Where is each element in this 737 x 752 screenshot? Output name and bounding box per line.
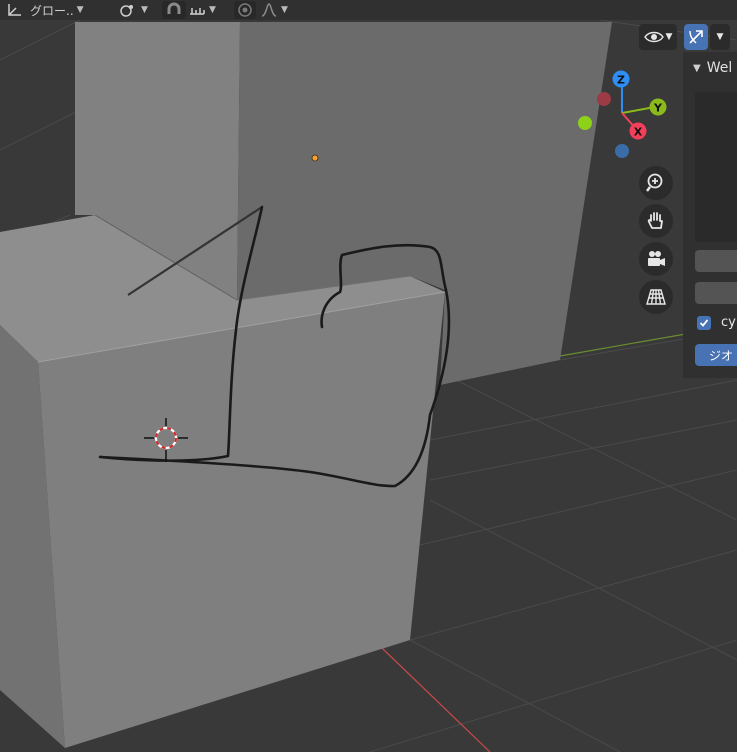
gizmo-icon — [689, 30, 703, 44]
gizmo-z-label: Z — [617, 74, 625, 87]
panel-list-box[interactable] — [695, 92, 737, 242]
disclosure-triangle-icon: ▼ — [693, 62, 701, 74]
snap-target-dropdown[interactable]: ▼ — [188, 1, 226, 19]
panel-action-button[interactable]: ジオ — [695, 344, 737, 366]
chevron-down-icon: ▼ — [76, 5, 84, 15]
gizmo-x-label: X — [634, 126, 643, 139]
viewport-header: グロー.. ▼ ▼ ▼ ▼ — [0, 0, 737, 20]
hand-pan-icon — [647, 212, 663, 229]
gizmo-toggle[interactable] — [684, 24, 708, 50]
camera-view-button[interactable] — [639, 242, 673, 276]
object-origin — [311, 154, 319, 162]
gizmo-dropdown[interactable]: ▼ — [710, 24, 730, 50]
pan-button[interactable] — [639, 204, 673, 238]
viewport-3d[interactable]: Z Y X — [0, 0, 737, 752]
snap-toggle[interactable] — [162, 1, 186, 19]
gizmo-neg-x[interactable] — [597, 92, 611, 106]
gizmo-neg-y[interactable] — [578, 116, 592, 130]
panel-field-1[interactable] — [695, 250, 737, 272]
panel-checkbox-label: cy — [721, 315, 736, 330]
panel-field-2[interactable] — [695, 282, 737, 304]
falloff-curve-icon — [261, 3, 277, 17]
snap-increment-icon — [190, 8, 205, 15]
transform-orientation-label: グロー.. — [30, 3, 74, 18]
perspective-toggle-button[interactable] — [639, 280, 673, 314]
transform-orientation-dropdown[interactable]: グロー.. ▼ — [6, 1, 108, 19]
visibility-dropdown[interactable]: ▼ — [639, 24, 677, 50]
zoom-icon — [646, 173, 663, 192]
chevron-down-icon: ▼ — [281, 5, 288, 15]
falloff-dropdown[interactable]: ▼ — [260, 1, 296, 19]
panel-header[interactable]: ▼ Wel — [683, 54, 732, 82]
panel-checkbox[interactable]: cy — [697, 315, 736, 330]
sidebar-panel: ▼ Wel cy ジオ — [683, 52, 737, 378]
chevron-down-icon: ▼ — [665, 32, 673, 42]
proportional-edit-toggle[interactable] — [234, 1, 256, 19]
panel-header-label: Wel — [706, 60, 733, 76]
pivot-point-icon — [120, 5, 133, 17]
zoom-button[interactable] — [639, 166, 673, 200]
gizmo-y-label: Y — [653, 102, 663, 115]
chevron-down-icon: ▼ — [141, 5, 148, 15]
proportional-edit-icon — [238, 3, 252, 17]
orientation-icon — [8, 4, 21, 16]
pivot-point-dropdown[interactable]: ▼ — [118, 1, 154, 19]
gizmo-neg-z[interactable] — [615, 144, 629, 158]
perspective-grid-icon — [646, 289, 666, 305]
eye-icon — [643, 31, 664, 43]
checkbox-checked-icon — [697, 315, 711, 330]
magnet-icon — [167, 2, 181, 14]
camera-icon — [648, 251, 665, 266]
chevron-down-icon: ▼ — [209, 5, 216, 15]
chevron-down-icon: ▼ — [716, 32, 724, 42]
